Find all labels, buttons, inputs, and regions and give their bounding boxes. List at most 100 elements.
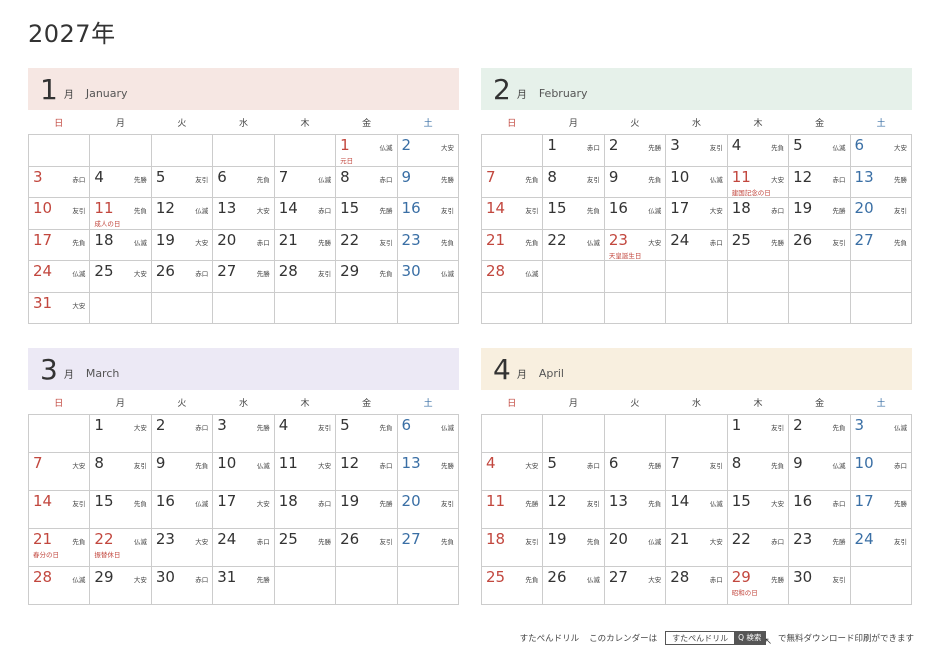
day-cell: 5 先負	[336, 415, 398, 453]
day-number: 5	[793, 136, 803, 154]
day-cell: 1 仏滅 元日	[336, 135, 398, 167]
day-cell: 18 仏滅	[90, 229, 152, 261]
empty-day-cell	[482, 135, 544, 167]
rokuyo-label: 大安	[709, 538, 723, 546]
rokuyo-label: 友引	[318, 424, 332, 432]
rokuyo-label: 先勝	[832, 538, 846, 546]
week-row: 31 大安	[29, 292, 459, 324]
day-number: 12	[793, 167, 813, 186]
rokuyo-label: 仏滅	[72, 576, 86, 584]
day-cell: 7 先負	[482, 166, 544, 198]
day-cell: 20 友引	[397, 491, 459, 529]
rokuyo-label: 先負	[525, 175, 539, 184]
search-button[interactable]: Q 検索	[734, 632, 766, 644]
weekday-header-row: 日月火水木金土	[481, 110, 912, 134]
rokuyo-label: 赤口	[586, 462, 600, 470]
day-cell: 21 先勝	[274, 229, 337, 261]
day-cell: 23 先負	[397, 229, 459, 261]
day-cell: 1 友引	[727, 415, 790, 453]
rokuyo-label: 大安	[525, 462, 539, 470]
day-number: 2	[155, 416, 166, 434]
rokuyo-label: 先負	[586, 538, 600, 546]
day-cell: 8 友引	[543, 166, 605, 198]
rokuyo-label: 先負	[195, 462, 209, 470]
empty-day-cell	[543, 415, 605, 453]
day-cell: 12 赤口	[789, 166, 851, 198]
month-header: 3 月 March	[28, 348, 459, 390]
rokuyo-label: 先勝	[440, 462, 454, 470]
day-cell: 13 先負	[604, 491, 667, 529]
rokuyo-label: 赤口	[832, 175, 846, 184]
week-row: 25 先負 26 仏滅 27 大安 28 赤口 29 先勝 昭和の日 30 友引	[482, 567, 912, 605]
weekday-label: 水	[691, 118, 701, 129]
empty-day-cell	[850, 567, 912, 605]
day-number: 14	[33, 492, 53, 510]
day-number: 6	[401, 416, 412, 434]
rokuyo-label: 仏滅	[72, 270, 86, 278]
day-cell: 6 仏滅	[397, 415, 459, 453]
holiday-name: 建国記念の日	[731, 188, 771, 197]
day-number: 21	[33, 530, 53, 548]
rokuyo-label: 先負	[72, 238, 86, 247]
rokuyo-label: 仏滅	[195, 500, 209, 508]
day-number: 24	[217, 530, 237, 548]
day-cell: 3 赤口	[29, 166, 91, 198]
rokuyo-label: 先勝	[771, 238, 785, 247]
empty-day-cell	[850, 292, 912, 324]
day-cell: 29 先負	[336, 261, 398, 293]
day-cell: 8 赤口	[336, 166, 398, 198]
rokuyo-label: 先負	[525, 576, 539, 584]
day-number: 14	[670, 492, 690, 510]
rokuyo-label: 仏滅	[379, 144, 393, 152]
day-cell: 23 先勝	[789, 529, 851, 567]
day-cell: 2 先勝	[604, 135, 667, 167]
week-row: 11 先勝 12 友引 13 先負 14 仏滅 15 大安 16 赤口 17 先勝	[482, 491, 912, 529]
rokuyo-label: 大安	[256, 207, 270, 215]
week-row: 7 先負 8 友引 9 先負 10 仏滅 11 大安 建国記念の日 12 赤口 13 先勝	[482, 166, 912, 198]
search-box[interactable]: すたぺんドリル Q 検索	[665, 631, 767, 645]
day-number: 13	[608, 492, 628, 510]
rokuyo-label: 仏滅	[586, 576, 600, 584]
weekday-label: 日	[507, 118, 517, 129]
day-number: 10	[670, 167, 690, 186]
day-cell: 28 仏滅	[29, 567, 91, 605]
day-number: 30	[401, 262, 421, 280]
day-number: 11	[278, 454, 298, 472]
month-march: 3 月 March 日月火水木金土 1 大安 2 赤口 3 先勝 4 友引 5 先負 6 仏滅 7 大安 8 友引 9 先…	[28, 348, 459, 605]
day-number: 27	[608, 568, 628, 586]
weekday-header-row: 日月火水木金土	[28, 390, 459, 414]
day-number: 18	[278, 492, 298, 510]
day-number: 11	[486, 492, 506, 510]
empty-day-cell	[29, 415, 91, 453]
day-number: 10	[33, 199, 53, 217]
rokuyo-label: 先負	[525, 238, 539, 247]
day-number: 9	[793, 454, 803, 472]
empty-day-cell	[666, 292, 728, 324]
rokuyo-label: 先勝	[648, 144, 662, 152]
rokuyo-label: 友引	[709, 462, 723, 470]
day-cell: 1 大安	[90, 415, 152, 453]
month-april: 4 月 April 日月火水木金土 1 友引 2 先負 3 仏滅 4 大安 5 赤口 6 先勝 7 友引 8 先負 9 仏…	[481, 348, 912, 605]
weekday-label: 火	[630, 118, 640, 129]
weekday-header-row: 日月火水木金土	[28, 110, 459, 134]
day-cell: 4 友引	[274, 415, 337, 453]
weekday-label: 土	[423, 118, 433, 129]
day-number: 31	[33, 293, 53, 312]
day-cell: 4 大安	[482, 453, 544, 491]
week-row: 1 仏滅 元日 2 大安	[29, 135, 459, 167]
day-number: 6	[854, 136, 865, 154]
day-number: 10	[217, 454, 237, 472]
rokuyo-label: 大安	[133, 576, 147, 584]
day-number: 11	[731, 167, 751, 186]
day-number: 7	[486, 167, 496, 186]
day-cell: 11 先勝	[482, 491, 544, 529]
day-cell: 30 友引	[789, 567, 851, 605]
day-number: 22	[340, 230, 360, 249]
day-number: 22	[547, 230, 567, 249]
rokuyo-label: 先負	[832, 424, 846, 432]
rokuyo-label: 友引	[195, 175, 209, 184]
day-number: 25	[486, 568, 506, 586]
rokuyo-label: 大安	[648, 238, 662, 247]
month-english-name: January	[85, 86, 128, 100]
day-cell: 17 大安	[213, 491, 275, 529]
